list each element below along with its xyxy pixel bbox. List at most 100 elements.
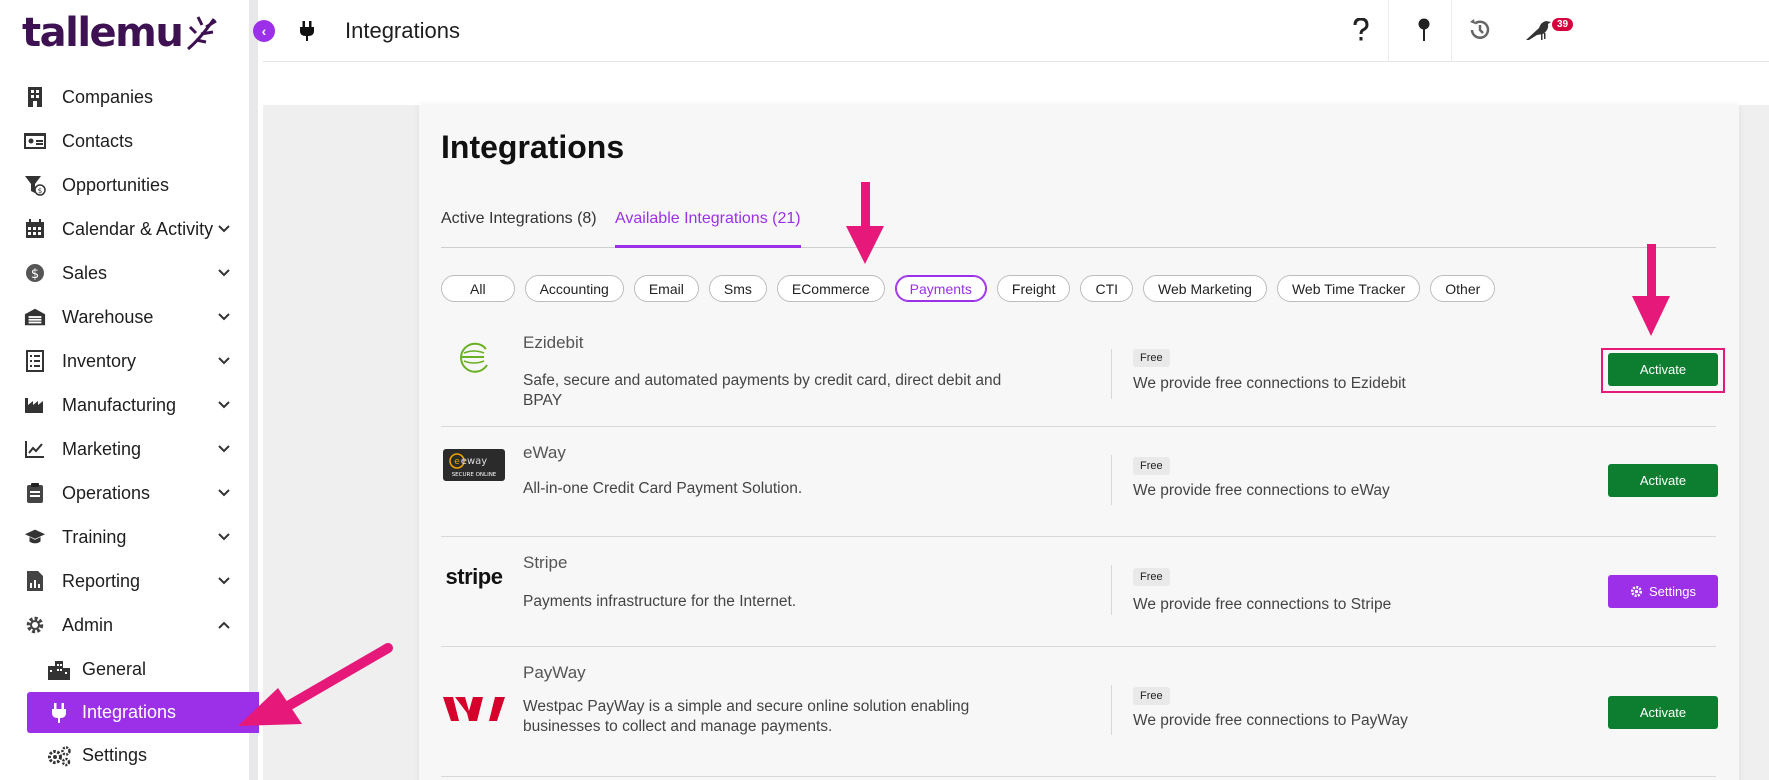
sidebar-subitem-label: Integrations	[82, 702, 177, 722]
chevron-down-icon[interactable]	[215, 440, 233, 458]
factory-icon	[24, 394, 46, 416]
funnel-icon: $	[24, 174, 46, 196]
sidebar-item-label: Admin	[62, 614, 114, 635]
brand-logo[interactable]: tallemu	[22, 8, 222, 58]
svg-text:$: $	[38, 187, 42, 195]
sidebar-item-label: Opportunities	[62, 174, 170, 195]
sidebar-item-training[interactable]: Training	[0, 515, 249, 559]
chevron-down-icon[interactable]	[215, 352, 233, 370]
integration-connection-note: We provide free connections to Ezidebit	[1133, 375, 1406, 392]
sidebar-item-label: Marketing	[62, 438, 142, 459]
help-icon[interactable]	[1346, 15, 1376, 45]
tab-active-integrations[interactable]: Active Integrations (8)	[441, 211, 597, 248]
filter-all[interactable]: All	[441, 275, 515, 302]
chevron-down-icon[interactable]	[215, 572, 233, 590]
sidebar-item-sales[interactable]: $ Sales	[0, 251, 249, 295]
integration-name: eWay	[523, 443, 566, 462]
ezidebit-logo	[441, 339, 507, 375]
integration-description: Safe, secure and automated payments by c…	[523, 372, 1002, 409]
sidebar-collapse-button[interactable]: ‹	[253, 20, 275, 42]
sidebar-item-warehouse[interactable]: Warehouse	[0, 295, 249, 339]
filter-ecommerce[interactable]: ECommerce	[776, 275, 885, 302]
integration-connection-note: We provide free connections to eWay	[1133, 482, 1390, 499]
filter-accounting[interactable]: Accounting	[524, 275, 624, 302]
price-badge: Free	[1133, 457, 1170, 475]
sidebar-item-manufacturing[interactable]: Manufacturing	[0, 383, 249, 427]
gear-icon	[24, 614, 46, 636]
settings-button[interactable]: Settings	[1608, 575, 1718, 608]
filter-sms[interactable]: Sms	[708, 275, 767, 302]
chevron-down-icon[interactable]	[215, 220, 233, 238]
sidebar-item-operations[interactable]: Operations	[0, 471, 249, 515]
sidebar-subitem-general[interactable]: General	[0, 649, 249, 690]
header-divider	[1451, 0, 1452, 62]
sidebar-item-opportunities[interactable]: $ Opportunities	[0, 163, 249, 207]
sidebar-subitem-label: Settings	[82, 745, 148, 765]
sidebar-item-label: Inventory	[62, 350, 137, 371]
plug-icon	[46, 702, 72, 724]
sidebar-subitem-label: General	[82, 659, 147, 679]
filter-cti[interactable]: CTI	[1080, 275, 1134, 302]
sidebar-item-companies[interactable]: Companies	[0, 75, 249, 119]
integration-description: Payments infrastructure for the Internet…	[523, 593, 797, 610]
contact-card-icon	[24, 130, 46, 152]
sidebar: tallemu Companies Contacts $ Opportuniti…	[0, 0, 259, 780]
eway-logo-text: eway	[461, 456, 487, 467]
sidebar-item-marketing[interactable]: Marketing	[0, 427, 249, 471]
header-title: Integrations	[345, 18, 460, 43]
price-badge: Free	[1133, 349, 1170, 367]
sidebar-item-label: Sales	[62, 262, 108, 283]
activate-button[interactable]: Activate	[1608, 353, 1718, 386]
chevron-down-icon[interactable]	[215, 308, 233, 326]
sidebar-item-label: Operations	[62, 482, 151, 503]
map-pin-icon[interactable]	[1409, 15, 1439, 45]
sidebar-item-calendar[interactable]: Calendar & Activity	[0, 207, 249, 251]
filter-email[interactable]: Email	[633, 275, 699, 302]
sidebar-item-label: Training	[62, 526, 127, 547]
filter-freight[interactable]: Freight	[996, 275, 1071, 302]
sidebar-nav: Companies Contacts $ Opportunities Calen…	[0, 75, 259, 776]
sidebar-item-admin[interactable]: Admin	[0, 603, 249, 647]
top-header: Integrations 39	[263, 0, 1769, 62]
integration-name: Stripe	[523, 553, 568, 572]
chevron-down-icon[interactable]	[215, 528, 233, 546]
notification-badge: 39	[1552, 18, 1574, 31]
chevron-up-icon[interactable]	[215, 616, 233, 634]
chevron-down-icon[interactable]	[215, 396, 233, 414]
chevron-down-icon[interactable]	[215, 484, 233, 502]
gears-icon	[46, 745, 72, 767]
stripe-logo-text: stripe	[445, 564, 503, 589]
filter-other[interactable]: Other	[1430, 275, 1496, 302]
sidebar-item-reporting[interactable]: Reporting	[0, 559, 249, 603]
chevron-down-icon[interactable]	[215, 264, 233, 282]
bird-notifications-icon[interactable]	[1525, 15, 1555, 45]
integration-description: Westpac PayWay is a simple and secure on…	[523, 698, 970, 735]
westpac-logo	[441, 691, 507, 727]
stripe-logo: stripe	[441, 559, 507, 595]
tab-available-integrations[interactable]: Available Integrations (21)	[615, 211, 801, 248]
integration-name: Ezidebit	[523, 333, 584, 352]
eway-logo: e eway SECURE ONLINE	[441, 447, 507, 483]
filter-payments[interactable]: Payments	[894, 275, 987, 302]
sidebar-item-label: Reporting	[62, 570, 141, 591]
clipboard-icon	[24, 482, 46, 504]
page-title: Integrations	[441, 129, 625, 165]
plug-icon	[299, 20, 315, 47]
activate-button[interactable]: Activate	[1608, 696, 1718, 729]
filter-web-time-tracker[interactable]: Web Time Tracker	[1276, 275, 1421, 302]
price-badge: Free	[1133, 687, 1170, 705]
history-icon[interactable]	[1465, 15, 1495, 45]
filter-web-marketing[interactable]: Web Marketing	[1143, 275, 1267, 302]
calendar-icon	[24, 218, 46, 240]
integration-connection-note: We provide free connections to PayWay	[1133, 712, 1408, 729]
sidebar-subitem-settings[interactable]: Settings	[0, 735, 249, 776]
activate-button[interactable]: Activate	[1608, 464, 1718, 497]
sidebar-subitem-integrations[interactable]: Integrations	[27, 692, 259, 733]
integrations-card: Integrations Active Integrations (8) Ava…	[419, 105, 1739, 780]
inventory-icon	[24, 350, 46, 372]
row-divider	[1111, 349, 1112, 399]
sidebar-item-inventory[interactable]: Inventory	[0, 339, 249, 383]
row-divider	[1111, 565, 1112, 615]
sidebar-item-contacts[interactable]: Contacts	[0, 119, 249, 163]
integration-row: stripe Stripe Payments infrastructure fo…	[441, 537, 1718, 647]
